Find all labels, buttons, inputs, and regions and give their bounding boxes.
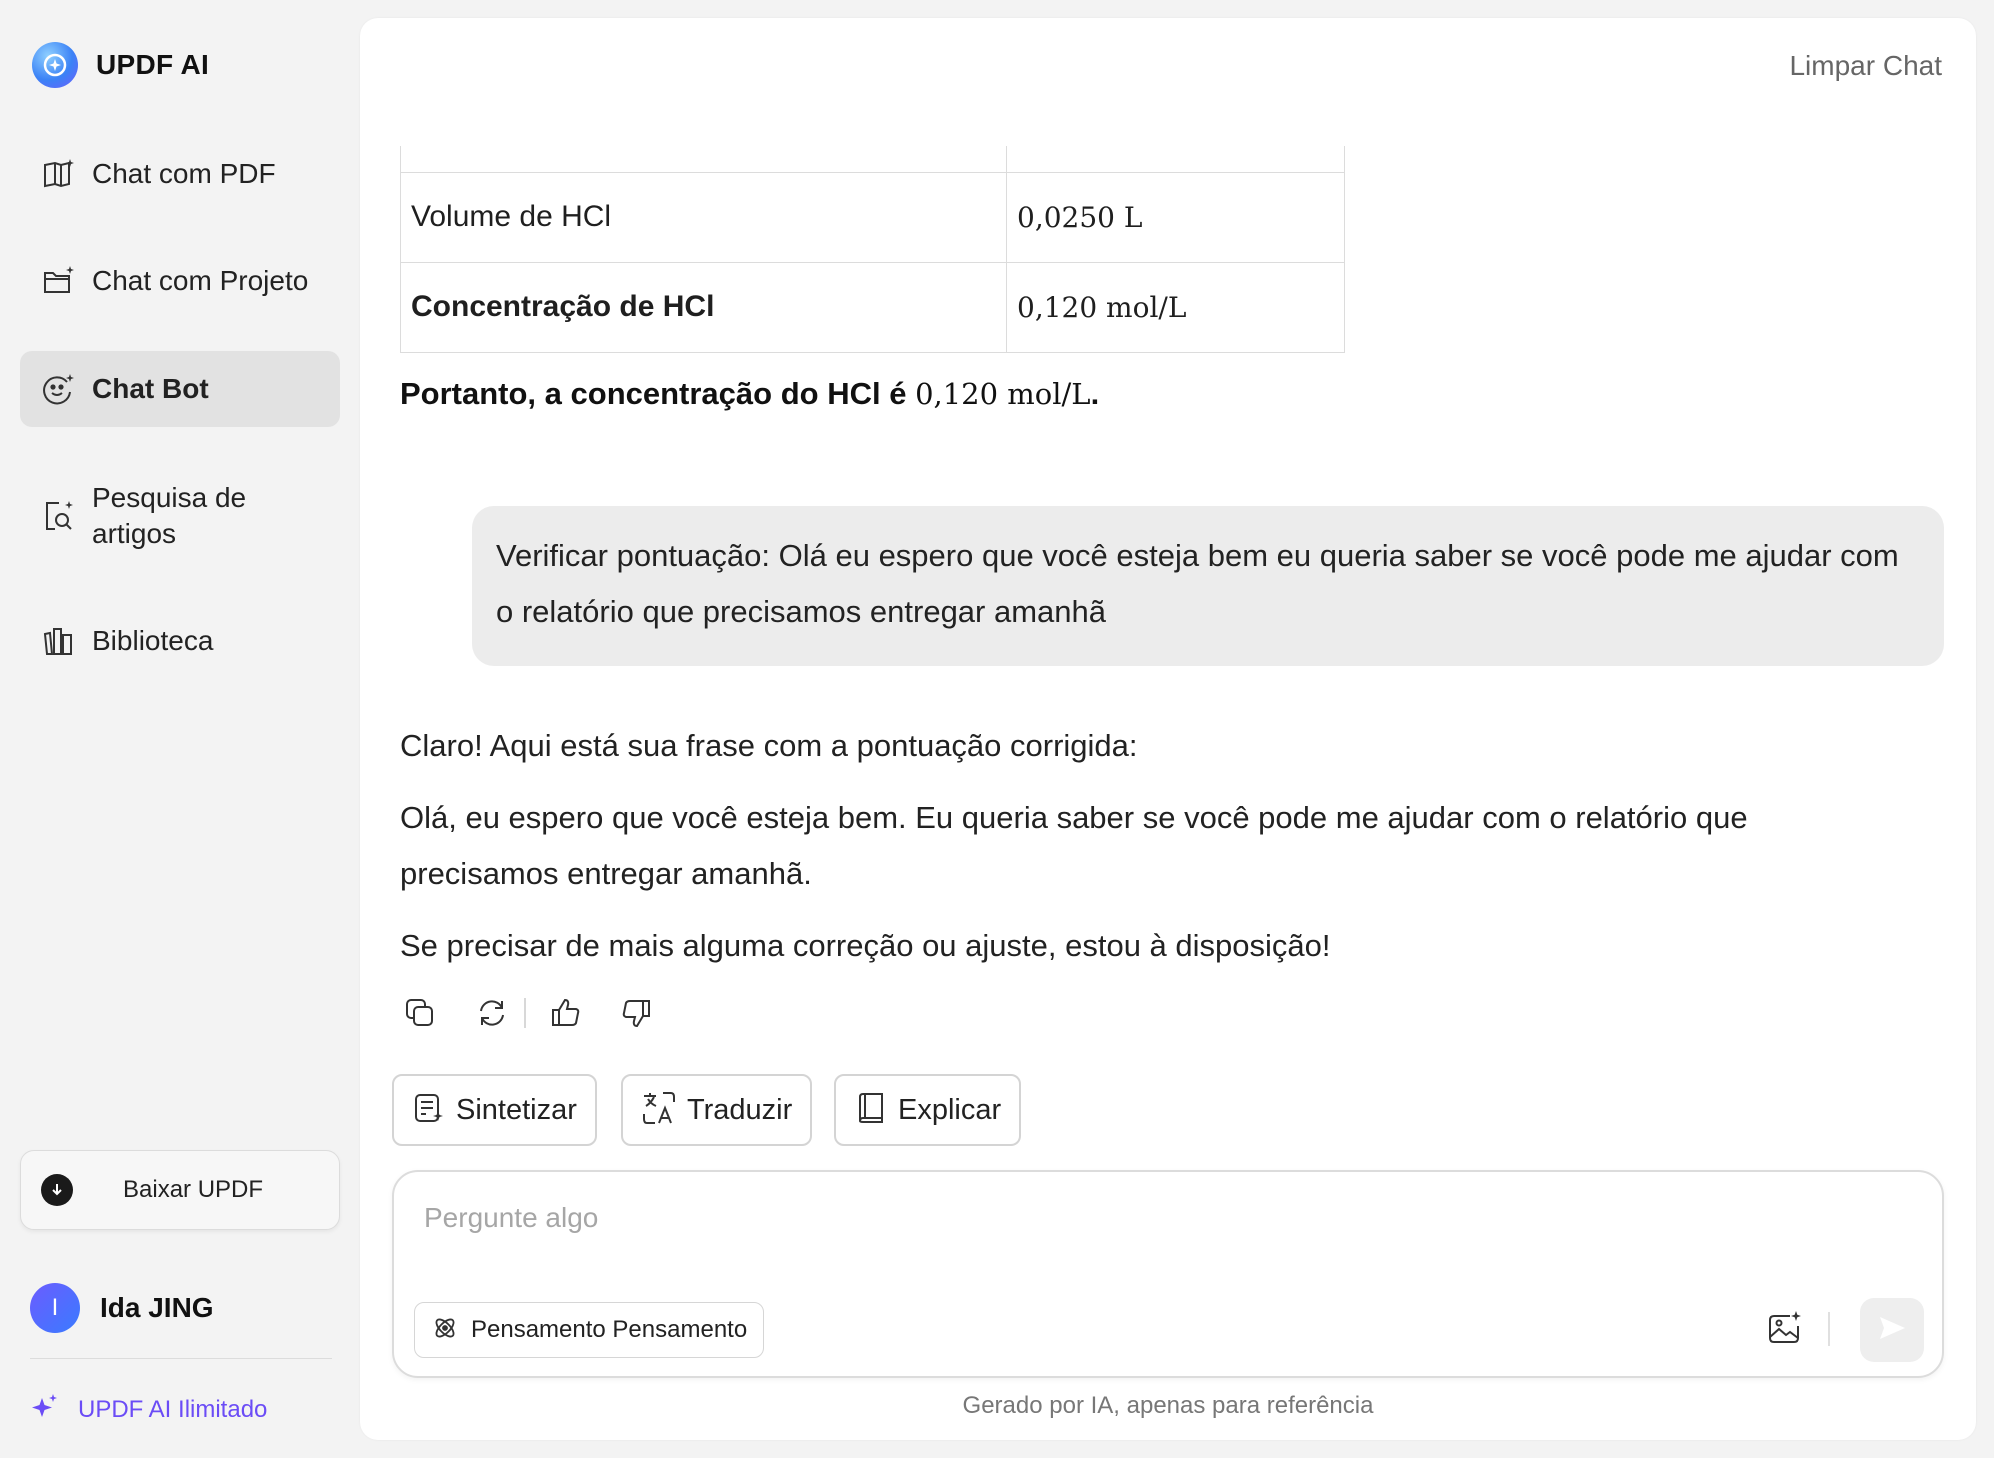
send-button[interactable]: [1860, 1298, 1924, 1362]
brand-name: UPDF AI: [96, 49, 210, 80]
thinking-label: Pensamento Pensamento: [471, 1316, 748, 1343]
explicar-button[interactable]: Explicar: [834, 1074, 1022, 1146]
clear-chat-button[interactable]: Limpar Chat: [1789, 50, 1942, 82]
table-row: [400, 146, 1345, 173]
library-icon: [40, 623, 76, 659]
assistant-reply: Claro! Aqui está sua frase com a pontuaç…: [400, 718, 1900, 974]
document-search-icon: [40, 498, 76, 534]
copy-icon[interactable]: [400, 993, 440, 1033]
thinking-toggle-button[interactable]: Pensamento Pensamento: [414, 1302, 765, 1358]
brand[interactable]: UPDF AI: [32, 42, 209, 88]
chat-panel: Limpar Chat Volume de HCl 0,0250 L Conce…: [360, 18, 1976, 1440]
book-sparkle-icon: [40, 156, 76, 192]
sidebar-item-biblioteca[interactable]: Biblioteca: [20, 603, 340, 679]
sidebar-item-chat-bot[interactable]: Chat Bot: [20, 351, 340, 427]
updf-ai-unlimited-link[interactable]: UPDF AI Ilimitado: [30, 1392, 267, 1427]
ask-input[interactable]: [424, 1196, 1824, 1240]
user-name: Ida JING: [100, 1292, 214, 1323]
bot-face-icon: [40, 371, 76, 407]
sintetizar-button[interactable]: Sintetizar: [392, 1074, 597, 1146]
conclusion-value: 0,120 mol/L: [915, 377, 1091, 411]
sidebar-item-label: Chat com PDF: [92, 158, 276, 189]
summarize-icon: [412, 1091, 446, 1130]
message-actions: [400, 993, 656, 1033]
atom-icon: [431, 1314, 459, 1347]
table-cell-value: 0,0250 L: [1006, 171, 1345, 263]
user-message-bubble: Verificar pontuação: Olá eu espero que v…: [472, 506, 1944, 666]
sidebar-item-label: Chat com Projeto: [92, 265, 309, 296]
updf-ai-logo-icon: [32, 42, 78, 88]
sidebar-item-chat-com-pdf[interactable]: Chat com PDF: [20, 136, 340, 212]
sidebar-item-chat-com-projeto[interactable]: Chat com Projeto: [20, 243, 340, 319]
reply-closing: Se precisar de mais alguma correção ou a…: [400, 928, 1331, 963]
reply-intro: Claro! Aqui está sua frase com a pontuaç…: [400, 728, 1138, 763]
quick-action-label: Sintetizar: [456, 1093, 577, 1126]
result-table: Volume de HCl 0,0250 L Concentração de H…: [400, 146, 1345, 353]
sidebar-divider: [30, 1358, 332, 1359]
table-row: Concentração de HCl 0,120 mol/L: [400, 261, 1345, 353]
composer: Pensamento Pensamento: [392, 1170, 1944, 1378]
sidebar-item-pesquisa-de-artigos[interactable]: Pesquisa de artigos: [20, 468, 340, 564]
book-icon: [854, 1091, 888, 1130]
download-updf-button[interactable]: Baixar UPDF: [20, 1150, 340, 1230]
table-cell-label: Volume de HCl: [400, 171, 1007, 263]
translate-icon: [641, 1090, 677, 1131]
sidebar-item-label: Biblioteca: [92, 625, 214, 656]
quick-action-label: Traduzir: [687, 1093, 793, 1126]
actions-divider: [524, 998, 526, 1028]
sidebar-item-label: Pesquisa de artigos: [92, 482, 247, 549]
conclusion-text: Portanto, a concentração do HCl é 0,120 …: [400, 376, 1100, 411]
sparkle-icon: [30, 1392, 60, 1427]
thumbs-up-icon[interactable]: [546, 993, 586, 1033]
composer-divider: [1828, 1312, 1830, 1346]
table-cell-value: 0,120 mol/L: [1006, 261, 1345, 353]
table-cell-label: Concentração de HCl: [400, 261, 1007, 353]
sidebar: UPDF AI Chat com PDF Chat com Projeto Ch…: [0, 0, 360, 1458]
reply-corrected: Olá, eu espero que você esteja bem. Eu q…: [400, 800, 1748, 891]
traduzir-button[interactable]: Traduzir: [621, 1074, 813, 1146]
sidebar-item-label: Chat Bot: [92, 373, 209, 404]
image-upload-icon[interactable]: [1764, 1308, 1804, 1348]
table-row: Volume de HCl 0,0250 L: [400, 171, 1345, 263]
unlimited-label: UPDF AI Ilimitado: [78, 1395, 268, 1423]
quick-action-label: Explicar: [898, 1093, 1002, 1126]
download-label: Baixar UPDF: [123, 1176, 264, 1203]
folder-sparkle-icon: [40, 263, 76, 299]
ai-disclaimer: Gerado por IA, apenas para referência: [962, 1392, 1374, 1419]
thumbs-down-icon[interactable]: [616, 993, 656, 1033]
download-icon: [41, 1174, 73, 1206]
avatar: I: [30, 1283, 80, 1333]
regenerate-icon[interactable]: [472, 993, 512, 1033]
user-profile[interactable]: I Ida JING: [30, 1283, 214, 1333]
send-icon: [1877, 1313, 1907, 1348]
